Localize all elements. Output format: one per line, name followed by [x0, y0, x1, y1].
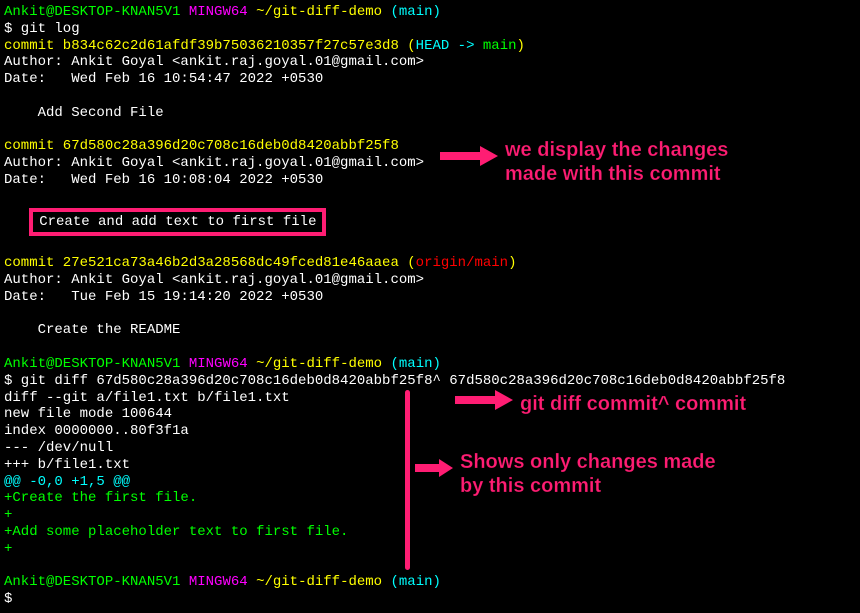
diff-old: --- /dev/null	[4, 440, 856, 457]
prompt-line: Ankit@DESKTOP-KNAN5V1 MINGW64 ~/git-diff…	[4, 574, 856, 591]
highlighted-commit-msg: Create and add text to first file	[4, 206, 856, 239]
vertical-line	[405, 390, 410, 570]
arrow-icon	[415, 458, 455, 478]
diff-add: +	[4, 507, 856, 524]
prompt-branch: (main)	[391, 4, 441, 20]
commit-msg: Add Second File	[4, 105, 856, 122]
arrow-icon	[455, 388, 515, 412]
commit-msg: Create the README	[4, 322, 856, 339]
arrow-icon	[440, 144, 500, 168]
prompt-line: Ankit@DESKTOP-KNAN5V1 MINGW64 ~/git-diff…	[4, 4, 856, 21]
diff-add: +Add some placeholder text to first file…	[4, 524, 856, 541]
diff-add: +	[4, 541, 856, 558]
commit-line: commit 27e521ca73a46b2d3a28568dc49fced81…	[4, 255, 856, 272]
prompt-line: Ankit@DESKTOP-KNAN5V1 MINGW64 ~/git-diff…	[4, 356, 856, 373]
annotation-3: Shows only changes made by this commit	[460, 450, 716, 498]
annotation-2: git diff commit^ commit	[520, 392, 746, 416]
author-line: Author: Ankit Goyal <ankit.raj.goyal.01@…	[4, 272, 856, 289]
command-empty[interactable]: $	[4, 591, 856, 608]
date-line: Date: Tue Feb 15 19:14:20 2022 +0530	[4, 289, 856, 306]
command-git-log[interactable]: $ git log	[4, 21, 856, 38]
annotation-1: we display the changes made with this co…	[505, 138, 728, 186]
prompt-user: Ankit@DESKTOP-KNAN5V1	[4, 4, 180, 20]
date-line: Date: Wed Feb 16 10:54:47 2022 +0530	[4, 71, 856, 88]
diff-index: index 0000000..80f3f1a	[4, 423, 856, 440]
diff-add: +Create the first file.	[4, 490, 856, 507]
author-line: Author: Ankit Goyal <ankit.raj.goyal.01@…	[4, 54, 856, 71]
prompt-path: ~/git-diff-demo	[256, 4, 382, 20]
prompt-sys: MINGW64	[189, 4, 248, 20]
command-git-diff[interactable]: $ git diff 67d580c28a396d20c708c16deb0d8…	[4, 373, 856, 390]
commit-line: commit b834c62c2d61afdf39b75036210357f27…	[4, 38, 856, 55]
